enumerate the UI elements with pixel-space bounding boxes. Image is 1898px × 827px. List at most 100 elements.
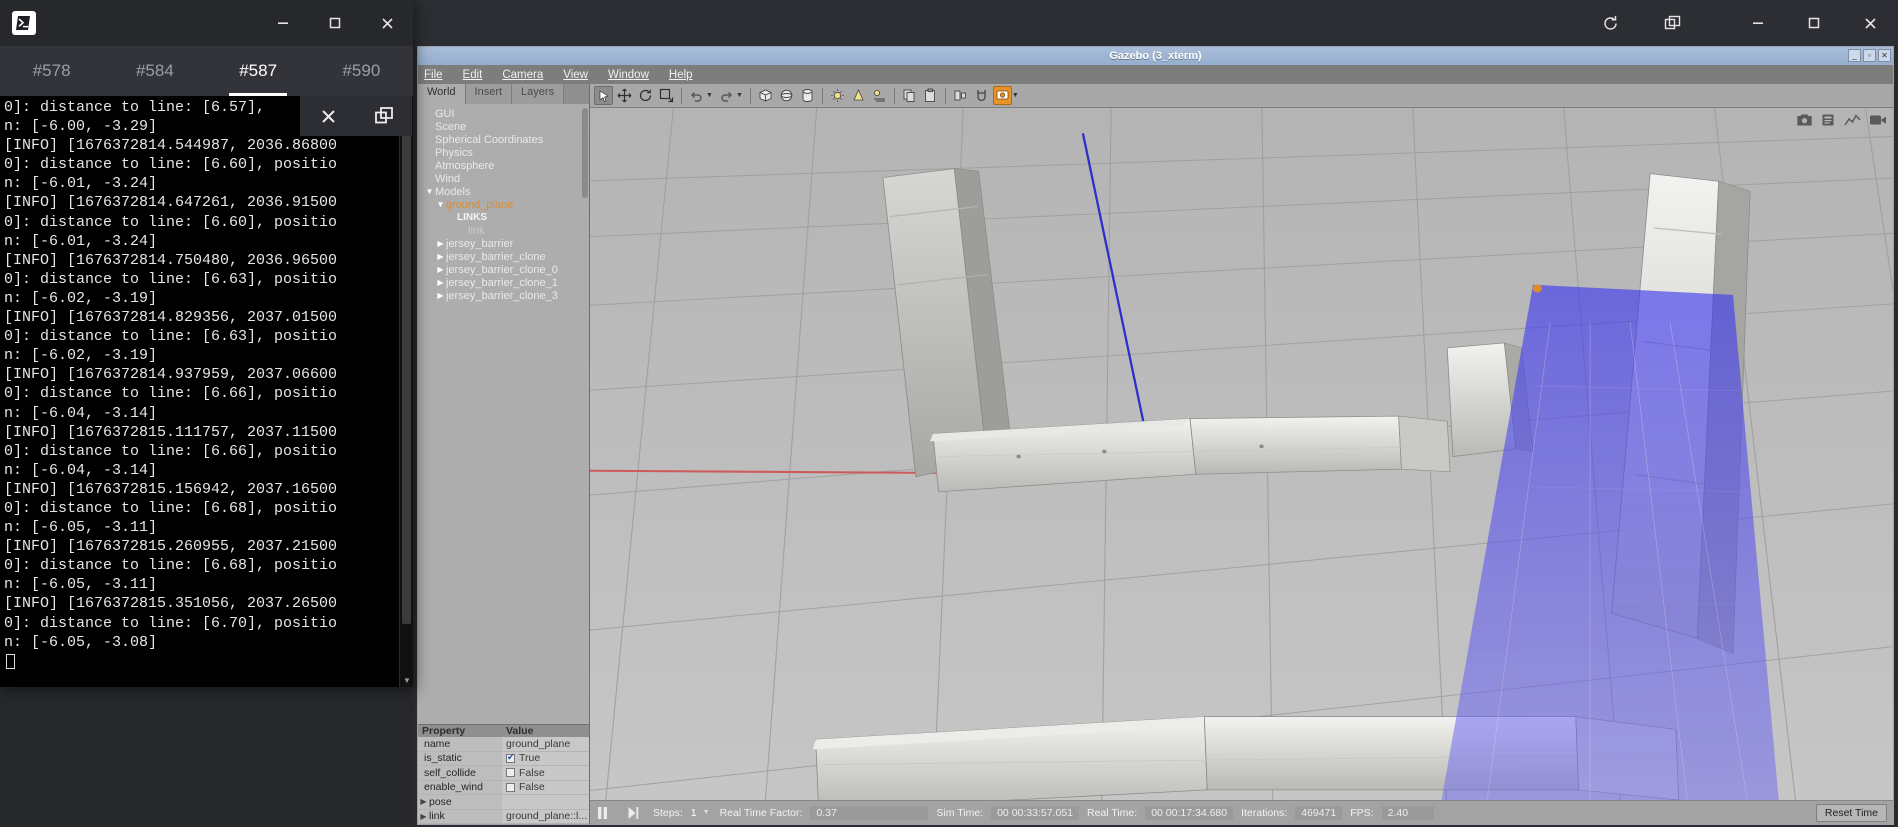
terminal-scroll-thumb[interactable] <box>402 104 411 624</box>
directional-light-icon[interactable] <box>870 86 889 105</box>
spot-light-icon[interactable] <box>849 86 868 105</box>
chevron-right-icon[interactable]: ▶ <box>418 797 429 806</box>
property-value[interactable]: ground_plane::l... <box>502 809 589 823</box>
terminal-tab-587[interactable]: #587 <box>207 46 310 96</box>
tree-item-links[interactable]: LINKS <box>418 211 589 224</box>
rotate-icon[interactable] <box>636 86 655 105</box>
cylinder-icon[interactable] <box>798 86 817 105</box>
video-record-icon[interactable] <box>1869 113 1887 132</box>
redo-icon[interactable] <box>717 86 736 105</box>
tree-item-jersey-barrier-clone-1[interactable]: ▶ jersey_barrier_clone_1 <box>418 276 589 289</box>
property-value[interactable]: ground_plane <box>502 737 589 751</box>
app-minimize-button[interactable]: _ <box>1848 49 1861 62</box>
tree-item-jersey-barrier-clone-3[interactable]: ▶ jersey_barrier_clone_3 <box>418 289 589 302</box>
gazebo-close-button[interactable] <box>1842 0 1898 46</box>
menu-help[interactable]: Help <box>667 69 695 81</box>
redo-dropdown-caret[interactable]: ▼ <box>736 92 743 99</box>
snap-icon[interactable] <box>972 86 991 105</box>
property-row-pose[interactable]: ▶ pose <box>418 795 589 810</box>
property-row-name[interactable]: name ground_plane <box>418 737 589 752</box>
gazebo-3d-viewport[interactable] <box>590 108 1893 800</box>
point-light-icon[interactable] <box>828 86 847 105</box>
checkbox-icon[interactable] <box>506 768 515 778</box>
tab-world[interactable]: World <box>418 84 466 104</box>
property-value[interactable]: False <box>502 766 589 780</box>
chevron-right-icon[interactable]: ▶ <box>435 265 446 274</box>
paste-icon[interactable] <box>921 86 940 105</box>
chevron-right-icon[interactable]: ▶ <box>435 291 446 300</box>
world-tree[interactable]: GUI Scene Spherical Coordinates Physics Atmo… <box>418 104 589 724</box>
gazebo-minimize-button[interactable] <box>1730 0 1786 46</box>
property-row-is_static[interactable]: is_static True <box>418 751 589 766</box>
terminal-maximize-button[interactable] <box>309 0 361 46</box>
translate-move-icon[interactable] <box>615 86 634 105</box>
reset-time-button[interactable]: Reset Time <box>1815 803 1887 822</box>
plot-icon[interactable] <box>1844 113 1861 132</box>
step-forward-icon[interactable] <box>627 806 639 820</box>
terminal-minimize-button[interactable] <box>257 0 309 46</box>
property-value[interactable]: False <box>502 780 589 794</box>
steps-dropdown-caret[interactable]: ▼ <box>703 809 710 816</box>
tree-item-models[interactable]: ▼ Models <box>418 185 589 198</box>
tree-item-physics[interactable]: Physics <box>418 146 589 159</box>
scale-icon[interactable] <box>657 86 676 105</box>
menu-camera[interactable]: Camera <box>500 69 545 81</box>
tree-item-jersey-barrier-clone-0[interactable]: ▶ jersey_barrier_clone_0 <box>418 263 589 276</box>
property-row-enable_wind[interactable]: enable_wind False <box>418 780 589 795</box>
pause-icon[interactable] <box>596 806 609 820</box>
undo-dropdown-caret[interactable]: ▼ <box>706 92 713 99</box>
property-row-link[interactable]: ▶ link ground_plane::l... <box>418 809 589 824</box>
tree-item-spherical-coordinates[interactable]: Spherical Coordinates <box>418 133 589 146</box>
box-icon[interactable] <box>756 86 775 105</box>
change-view-icon[interactable] <box>992 86 1012 105</box>
log-record-icon[interactable] <box>1821 113 1836 132</box>
property-value[interactable]: True <box>502 751 589 765</box>
select-arrow-icon[interactable] <box>594 86 613 105</box>
steps-value[interactable]: 1 <box>691 807 697 819</box>
menu-file[interactable]: File <box>422 69 445 81</box>
view-dropdown-caret[interactable]: ▼ <box>1012 92 1019 99</box>
tree-item-jersey-barrier[interactable]: ▶ jersey_barrier <box>418 237 589 250</box>
checkbox-icon[interactable] <box>506 782 515 792</box>
tree-item-scene[interactable]: Scene <box>418 120 589 133</box>
duplicate-window-button[interactable] <box>1644 0 1700 46</box>
copy-icon[interactable] <box>900 86 919 105</box>
chevron-right-icon[interactable]: ▶ <box>435 278 446 287</box>
tree-item-gui[interactable]: GUI <box>418 107 589 120</box>
property-value[interactable] <box>502 795 589 809</box>
chevron-right-icon[interactable]: ▶ <box>435 252 446 261</box>
terminal-tab-590[interactable]: #590 <box>310 46 413 96</box>
chevron-right-icon[interactable]: ▶ <box>418 812 429 821</box>
gazebo-maximize-button[interactable] <box>1786 0 1842 46</box>
menu-window[interactable]: Window <box>606 69 651 81</box>
property-row-self_collide[interactable]: self_collide False <box>418 766 589 781</box>
tree-item-atmosphere[interactable]: Atmosphere <box>418 159 589 172</box>
tab-insert[interactable]: Insert <box>465 84 513 104</box>
app-maximize-button[interactable]: ▫ <box>1863 49 1876 62</box>
tree-item-link[interactable]: link <box>418 224 589 237</box>
tree-scrollbar[interactable] <box>582 108 588 198</box>
terminal-close-button[interactable] <box>361 0 413 46</box>
undo-icon[interactable] <box>687 86 706 105</box>
reload-button[interactable] <box>1582 0 1638 46</box>
screenshot-camera-icon[interactable] <box>1796 113 1813 132</box>
app-close-button[interactable]: ✕ <box>1878 49 1891 62</box>
overlay-close-button[interactable] <box>300 96 356 136</box>
overlay-restore-button[interactable] <box>356 96 412 136</box>
chevron-down-icon[interactable]: ▼ <box>424 187 435 196</box>
checkbox-icon[interactable] <box>506 752 515 763</box>
terminal-tab-584[interactable]: #584 <box>103 46 206 96</box>
align-icon[interactable] <box>951 86 970 105</box>
tab-layers[interactable]: Layers <box>512 84 565 104</box>
tree-item-ground-plane[interactable]: ▼ ground_plane <box>418 198 589 211</box>
menu-view[interactable]: View <box>561 69 590 81</box>
sphere-icon[interactable] <box>777 86 796 105</box>
terminal-output-area[interactable]: 0]: distance to line: [6.57], n: [-6.00,… <box>0 96 413 687</box>
tree-item-wind[interactable]: Wind <box>418 172 589 185</box>
chevron-down-icon[interactable]: ▼ <box>435 200 446 209</box>
chevron-right-icon[interactable]: ▶ <box>435 239 446 248</box>
menu-edit[interactable]: Edit <box>461 69 485 81</box>
terminal-scrollbar[interactable]: ▲ ▼ <box>399 96 413 687</box>
scroll-down-icon[interactable]: ▼ <box>400 673 413 687</box>
terminal-tab-578[interactable]: #578 <box>0 46 103 96</box>
